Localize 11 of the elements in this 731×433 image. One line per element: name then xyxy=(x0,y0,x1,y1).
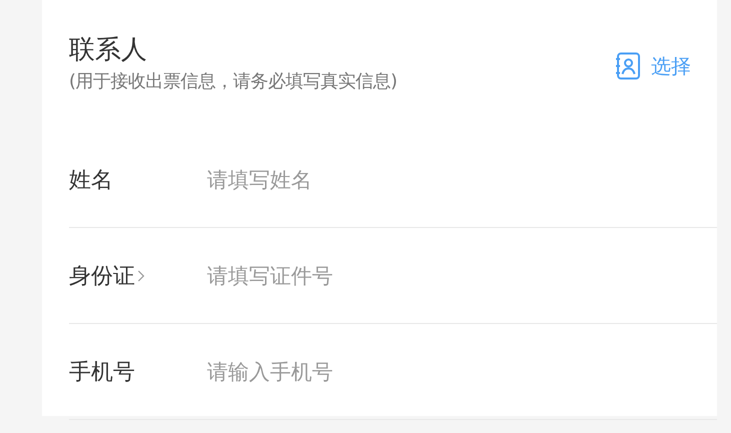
chevron-right-icon[interactable] xyxy=(137,268,145,282)
section-title: 联系人 xyxy=(69,34,148,67)
field-label: 身份证 xyxy=(69,262,135,290)
select-contact-button[interactable]: 选择 xyxy=(615,52,691,80)
contact-book-icon xyxy=(615,52,641,80)
section-subtitle: (用于接收出票信息，请务必填写真实信息) xyxy=(69,70,398,94)
input-field[interactable]: 请填写证件号 xyxy=(207,264,717,288)
field-label: 手机号 xyxy=(69,358,135,386)
field-label: 姓名 xyxy=(69,166,113,194)
input-field[interactable]: 请输入手机号 xyxy=(207,360,717,384)
input-field[interactable]: 请填写姓名 xyxy=(207,168,717,192)
